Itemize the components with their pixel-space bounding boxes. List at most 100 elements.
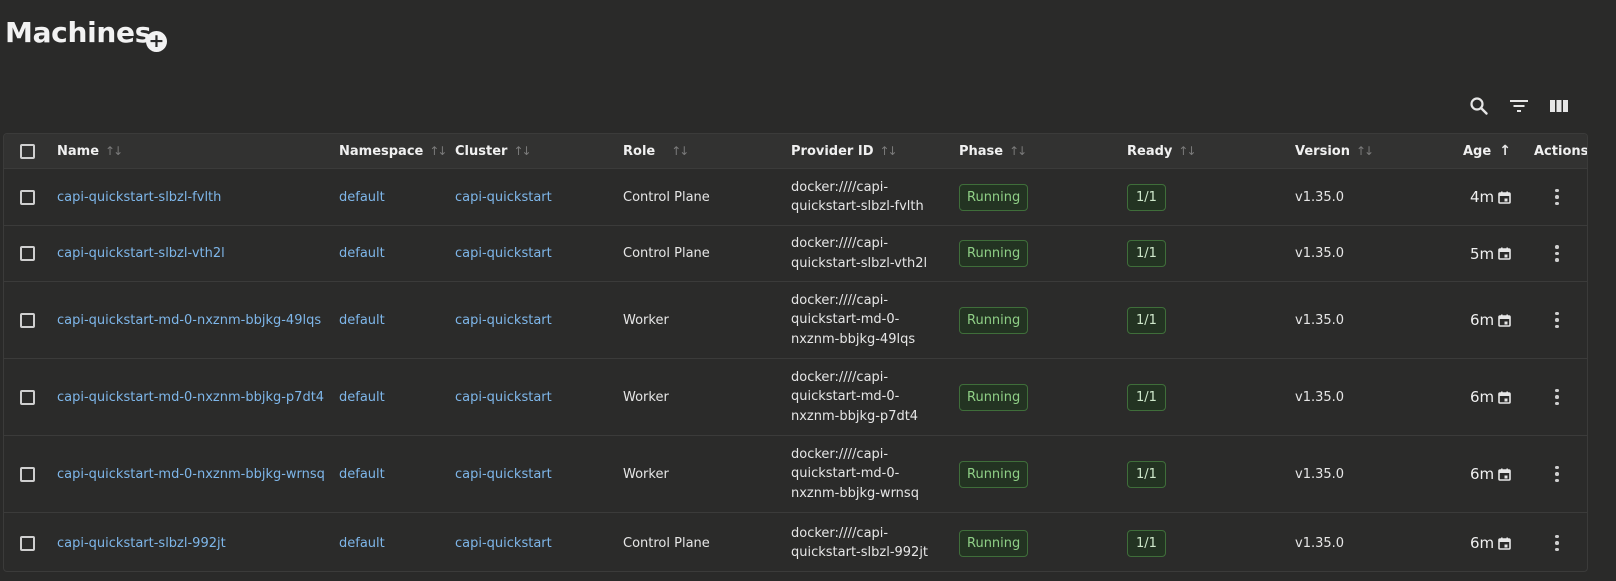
provider-id: docker:////capi-quickstart-md-0- nxznm-bb…: [791, 445, 919, 504]
version-text: v1.35.0: [1295, 389, 1345, 405]
table-row[interactable]: capi-quickstart-md-0-nxznm-bbjkg-p7dt4 de…: [4, 359, 1587, 436]
column-header-name[interactable]: Name ↑↓: [57, 134, 123, 168]
column-header-cluster[interactable]: Cluster ↑↓: [455, 134, 532, 168]
filter-button[interactable]: [1505, 92, 1533, 120]
row-checkbox[interactable]: [20, 246, 35, 261]
age-text: 5m: [1470, 244, 1495, 263]
provider-id-line: docker:////capi-: [791, 179, 889, 195]
table-row[interactable]: capi-quickstart-slbzl-fvlth default capi-q…: [4, 169, 1587, 226]
table-row[interactable]: capi-quickstart-slbzl-992jt default capi-q…: [4, 513, 1587, 571]
row-checkbox[interactable]: [20, 466, 35, 482]
machine-name-link[interactable]: capi-quickstart-md-0-nxznm-bbjkg-p7dt4: [57, 390, 324, 405]
age-cell: 6m: [1470, 513, 1511, 571]
provider-id-line: docker:////capi-: [791, 292, 889, 308]
provider-id-line: nxznm-bbjkg-49lqs: [791, 331, 916, 347]
machine-name-link[interactable]: capi-quickstart-slbzl-vth2l: [57, 246, 225, 261]
provider-id: docker:////capi-quickstart-md-0- nxznm-bb…: [791, 368, 918, 427]
row-actions-button[interactable]: [1555, 311, 1559, 329]
provider-id: docker:////capi-quickstart-slbzl-vth2l: [791, 234, 927, 273]
column-header-ready[interactable]: Ready ↑↓: [1127, 134, 1197, 168]
sort-icon: ↑↓: [105, 144, 123, 158]
ready-badge: 1/1: [1127, 383, 1166, 411]
phase-badge: Running: [959, 383, 1029, 411]
phase-badge: Running: [959, 306, 1029, 334]
namespace-link[interactable]: default: [339, 246, 385, 261]
row-actions-button[interactable]: [1555, 388, 1559, 406]
select-all-checkbox[interactable]: [20, 143, 35, 159]
provider-id-line: quickstart-slbzl-992jt: [791, 545, 929, 560]
calendar-icon: [1498, 391, 1511, 404]
columns-button[interactable]: [1545, 92, 1573, 120]
more-vertical-icon: [1555, 311, 1559, 316]
column-header-age[interactable]: Age ↑: [1463, 134, 1511, 168]
version-text: v1.35.0: [1295, 246, 1345, 261]
table-row[interactable]: capi-quickstart-md-0-nxznm-bbjkg-49lqs de…: [4, 282, 1587, 359]
age-text: 6m: [1470, 311, 1495, 329]
phase-badge: Running: [959, 240, 1029, 267]
role-text: Worker: [623, 312, 669, 328]
row-checkbox[interactable]: [20, 189, 35, 205]
machine-name-link[interactable]: capi-quickstart-slbzl-992jt: [57, 536, 226, 551]
provider-id: docker:////capi-quickstart-slbzl-fvlth: [791, 178, 924, 217]
column-header-version[interactable]: Version ↑↓: [1295, 134, 1374, 168]
provider-id-line: nxznm-bbjkg-p7dt4: [791, 408, 919, 424]
version-text: v1.35.0: [1295, 312, 1345, 328]
sort-icon: ↑↓: [671, 144, 689, 158]
search-icon: [1470, 97, 1488, 115]
column-header-namespace[interactable]: Namespace ↑↓: [339, 134, 447, 168]
row-actions-button[interactable]: [1555, 465, 1559, 483]
cluster-link[interactable]: capi-quickstart: [455, 467, 552, 482]
column-header-phase[interactable]: Phase ↑↓: [959, 134, 1027, 168]
age-cell: 6m: [1470, 282, 1511, 358]
machine-name-link[interactable]: capi-quickstart-slbzl-fvlth: [57, 190, 221, 205]
provider-id-line: docker:////capi-: [791, 236, 889, 251]
row-actions-button[interactable]: [1555, 245, 1559, 262]
provider-id-line: nxznm-bbjkg-wrnsq: [791, 485, 919, 501]
column-header-actions: Actions: [1534, 143, 1588, 159]
cluster-link[interactable]: capi-quickstart: [455, 390, 552, 405]
search-button[interactable]: [1465, 92, 1493, 120]
columns-icon: [1550, 100, 1568, 112]
ready-badge: 1/1: [1127, 183, 1166, 211]
namespace-link[interactable]: default: [339, 313, 385, 328]
calendar-icon: [1498, 468, 1511, 481]
cluster-link[interactable]: capi-quickstart: [455, 190, 552, 205]
namespace-link[interactable]: default: [339, 536, 385, 551]
machine-name-link[interactable]: capi-quickstart-md-0-nxznm-bbjkg-49lqs: [57, 313, 321, 328]
namespace-link[interactable]: default: [339, 190, 385, 205]
ready-badge: 1/1: [1127, 529, 1166, 557]
row-actions-button[interactable]: [1555, 534, 1559, 552]
age-text: 4m: [1470, 188, 1495, 206]
ready-badge: 1/1: [1127, 306, 1166, 334]
row-checkbox[interactable]: [20, 535, 35, 551]
provider-id-line: docker:////capi-: [791, 446, 889, 462]
row-checkbox[interactable]: [20, 389, 35, 405]
provider-id: docker:////capi-quickstart-md-0- nxznm-bb…: [791, 291, 915, 350]
row-checkbox[interactable]: [20, 312, 35, 328]
cluster-link[interactable]: capi-quickstart: [455, 246, 552, 261]
table-row[interactable]: capi-quickstart-slbzl-vth2l default capi-q…: [4, 226, 1587, 282]
filter-icon: [1510, 100, 1528, 112]
row-actions-button[interactable]: [1555, 188, 1559, 206]
phase-badge: Running: [959, 529, 1029, 557]
version-text: v1.35.0: [1295, 466, 1345, 482]
machine-name-link[interactable]: capi-quickstart-md-0-nxznm-bbjkg-wrnsq: [57, 467, 325, 482]
column-header-provider-id[interactable]: Provider ID ↑↓: [791, 134, 898, 168]
column-header-role[interactable]: Role ↑↓: [623, 134, 689, 168]
age-text: 6m: [1470, 534, 1495, 552]
table-row[interactable]: capi-quickstart-md-0-nxznm-bbjkg-wrnsq de…: [4, 436, 1587, 513]
more-vertical-icon: [1555, 388, 1559, 393]
phase-badge: Running: [959, 460, 1029, 488]
provider-id: docker:////capi-quickstart-slbzl-992jt: [791, 524, 928, 563]
more-vertical-icon: [1555, 245, 1559, 249]
provider-id-line: docker:////capi-: [791, 369, 889, 385]
age-cell: 4m: [1470, 169, 1511, 225]
add-machine-button[interactable]: +: [146, 31, 167, 52]
provider-id-line: quickstart-slbzl-fvlth: [791, 199, 924, 214]
provider-id-line: quickstart-md-0-: [791, 466, 900, 482]
namespace-link[interactable]: default: [339, 390, 385, 405]
cluster-link[interactable]: capi-quickstart: [455, 313, 552, 328]
sort-icon: ↑↓: [513, 144, 531, 158]
cluster-link[interactable]: capi-quickstart: [455, 536, 552, 551]
namespace-link[interactable]: default: [339, 467, 385, 482]
